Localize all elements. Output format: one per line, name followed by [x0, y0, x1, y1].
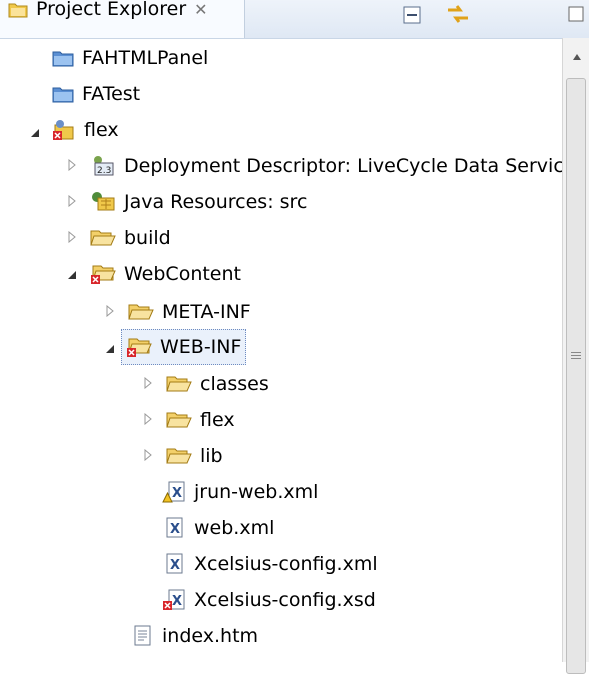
collapsed-twisty-icon[interactable] [141, 412, 155, 426]
folder-icon [166, 446, 192, 466]
tree-item-flex-project[interactable]: flex [52, 112, 119, 148]
scroll-up-icon[interactable] [563, 46, 589, 68]
folder-icon [128, 302, 154, 322]
svg-text:X: X [170, 558, 180, 573]
collapsed-twisty-icon[interactable] [65, 158, 79, 172]
tree-item-deployment-descriptor[interactable]: 2.3 Deployment Descriptor: LiveCycle Dat… [90, 148, 562, 184]
java-resources-icon [90, 191, 116, 213]
project-tree: FAHTMLPanel FATest flex 2.3 Deployment D… [0, 38, 562, 662]
tree-item-webcontent[interactable]: WebContent [90, 256, 241, 292]
tree-item-label: FAHTMLPanel [82, 47, 209, 69]
project-explorer-icon [8, 0, 28, 18]
tree-item-label: index.htm [162, 625, 259, 647]
tree-item-fahtmlpanel[interactable]: FAHTMLPanel [52, 40, 208, 76]
vertical-scrollbar[interactable] [562, 38, 589, 674]
tree-item-label: WebContent [124, 263, 241, 285]
tree-item-web-xml[interactable]: X web.xml [162, 510, 274, 546]
folder-error-icon [126, 336, 152, 358]
text-file-icon [130, 625, 154, 647]
svg-text:X: X [172, 486, 182, 501]
tree-item-label: Java Resources: src [124, 191, 308, 213]
tree-item-label: WEB-INF [160, 336, 242, 358]
tree-item-label: classes [200, 373, 269, 395]
collapsed-twisty-icon[interactable] [65, 230, 79, 244]
tab-project-explorer[interactable]: Project Explorer ✕ [0, 0, 245, 38]
tree-item-fatest[interactable]: FATest [52, 76, 140, 112]
tree-item-meta-inf[interactable]: META-INF [128, 294, 251, 330]
folder-icon [90, 228, 116, 248]
tree-item-label: FATest [82, 83, 141, 105]
svg-text:X: X [172, 594, 182, 609]
tree-item-jrun-web-xml[interactable]: X jrun-web.xml [162, 474, 318, 510]
folder-error-icon [90, 263, 116, 285]
tree-item-label: Xcelsius-config.xsd [194, 589, 376, 611]
collapse-all-icon[interactable] [398, 2, 426, 28]
xml-file-icon: X [162, 553, 186, 575]
close-view-icon[interactable]: ✕ [194, 0, 207, 19]
tree-item-label: jrun-web.xml [194, 481, 319, 503]
tree-item-java-resources[interactable]: Java Resources: src [90, 184, 307, 220]
tree-item-label: web.xml [194, 517, 275, 539]
tree-item-flex-folder[interactable]: flex [166, 402, 235, 438]
xml-file-warning-icon: X [162, 481, 186, 503]
tree-item-label: META-INF [162, 301, 251, 323]
collapsed-twisty-icon[interactable] [65, 194, 79, 208]
tree-item-label: flex [84, 119, 119, 141]
view-menu-icon[interactable] [562, 2, 589, 28]
expanded-twisty-icon[interactable] [28, 126, 42, 140]
folder-project-icon [52, 49, 74, 67]
expanded-twisty-icon[interactable] [65, 268, 79, 282]
collapsed-twisty-icon[interactable] [141, 448, 155, 462]
folder-icon [166, 374, 192, 394]
svg-text:X: X [170, 522, 180, 537]
tree-item-label: flex [200, 409, 235, 431]
tree-item-classes[interactable]: classes [166, 366, 269, 402]
deployment-descriptor-icon: 2.3 [90, 155, 116, 177]
collapsed-twisty-icon[interactable] [103, 304, 117, 318]
tree-item-label: lib [200, 445, 223, 467]
expanded-twisty-icon[interactable] [103, 342, 117, 356]
tree-item-xcelsius-config-xml[interactable]: X Xcelsius-config.xml [162, 546, 378, 582]
view-toolbar: Project Explorer ✕ [0, 0, 589, 39]
java-project-error-icon [52, 119, 76, 141]
tree-item-index-htm[interactable]: index.htm [130, 618, 258, 654]
tree-item-build[interactable]: build [90, 220, 171, 256]
collapsed-twisty-icon[interactable] [141, 376, 155, 390]
xml-file-icon: X [162, 517, 186, 539]
folder-project-icon [52, 85, 74, 103]
tree-item-xcelsius-config-xsd[interactable]: X Xcelsius-config.xsd [162, 582, 376, 618]
tree-item-label: build [124, 227, 171, 249]
tree-item-web-inf[interactable]: WEB-INF [121, 329, 247, 365]
tree-item-label: Xcelsius-config.xml [194, 553, 378, 575]
tree-item-label: Deployment Descriptor: LiveCycle Data Se… [124, 155, 562, 177]
scrollbar-grip-icon [571, 350, 581, 361]
tree-item-lib[interactable]: lib [166, 438, 223, 474]
link-with-editor-icon[interactable] [444, 2, 472, 28]
svg-text:2.3: 2.3 [97, 166, 111, 176]
view-title: Project Explorer [36, 0, 187, 20]
scrollbar-thumb[interactable] [566, 78, 586, 674]
folder-icon [166, 410, 192, 430]
xsd-file-error-icon: X [162, 589, 186, 611]
